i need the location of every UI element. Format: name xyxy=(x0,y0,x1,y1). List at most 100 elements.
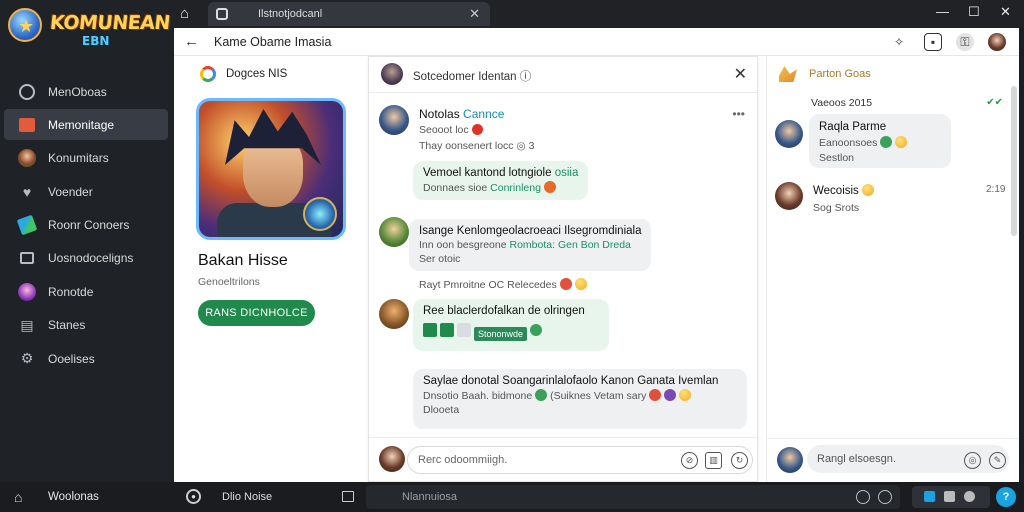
gem-icon xyxy=(303,197,337,231)
contact-name: Wecoisis xyxy=(813,185,859,197)
tab-close-icon[interactable]: ✕ xyxy=(469,6,480,22)
bubble-link[interactable]: osiia xyxy=(555,167,579,179)
browser-tabbar: ⌂ Ilstnotjodcanl ✕ — ☐ ✕ xyxy=(174,0,1024,28)
message-text: Rayt Pmroitne OC Relecedes xyxy=(419,279,557,291)
sidebar-item-1[interactable]: Memonitage xyxy=(4,109,168,141)
gear-icon: ⚙ xyxy=(20,350,34,367)
profile-name: Bakan Hisse xyxy=(198,252,288,269)
volume-icon[interactable] xyxy=(964,491,975,502)
emoji-icon[interactable] xyxy=(878,490,892,504)
app-logo[interactable]: ★ KOMUNEAN EBN xyxy=(6,6,171,54)
target-icon[interactable]: ◎ xyxy=(964,452,981,469)
conversations-panel: Parton Goas Vaeoos 2015 ✔✔ Raqla Parme E… xyxy=(766,56,1019,482)
conversations-title: Parton Goas xyxy=(809,68,871,80)
emoji-icon xyxy=(679,389,692,401)
sidebar-item-0[interactable]: MenOboas xyxy=(4,76,168,107)
chat-composer: Rerc odoommiigh. ⊘ ▥ ↻ xyxy=(369,437,757,481)
home-icon[interactable]: ⌂ xyxy=(180,5,198,23)
user-avatar[interactable] xyxy=(988,33,1006,51)
conversation-preview: Raqla Parme Eanoonsoes Sestlon xyxy=(809,114,951,168)
sidebar-item-label: Konumitars xyxy=(48,151,109,166)
info-icon: ◎ 3 xyxy=(516,140,535,152)
contact-sub: Eanoonsoes xyxy=(819,137,878,149)
avatar-icon xyxy=(18,282,36,301)
network-icon[interactable] xyxy=(924,491,935,502)
help-icon[interactable]: ? xyxy=(996,487,1016,507)
avatar-icon xyxy=(18,149,36,168)
profile-header: Dogces NIS xyxy=(200,66,287,82)
sender-tag[interactable]: Cannce xyxy=(463,107,504,121)
red-square-icon xyxy=(18,116,36,134)
sidebar-item-2[interactable]: Konumitars xyxy=(4,143,168,174)
avatar xyxy=(775,182,803,210)
tab-title: Ilstnotjodcanl xyxy=(258,8,323,20)
sidebar-item-6[interactable]: Ronotde xyxy=(4,276,168,307)
message-meta: Seooot loc xyxy=(419,124,469,136)
sidebar-item-label: Uosnodoceligns xyxy=(48,251,134,266)
message-input[interactable]: Rerc odoommiigh. xyxy=(407,446,753,474)
bubble-sub: Dnsotio Baah. bidmone xyxy=(423,390,533,402)
attach-icon[interactable]: ⊘ xyxy=(681,452,698,469)
puzzle-icon[interactable]: ✧ xyxy=(890,33,908,51)
read-check-icon: ✔✔ xyxy=(986,97,1003,108)
scrollbar[interactable] xyxy=(1011,86,1017,236)
sidebar-item-label: Voender xyxy=(48,184,93,199)
maximize-icon[interactable]: ☐ xyxy=(968,4,980,20)
emoji-icon xyxy=(559,278,572,290)
profile-header-label: Dogces NIS xyxy=(226,68,288,80)
chat-bubble-icon[interactable] xyxy=(856,490,870,504)
sidebar-item-7[interactable]: ▤ Stanes xyxy=(4,310,168,341)
bubble-sub-link[interactable]: Rombota: Gen Bon Dreda xyxy=(510,239,631,251)
google-logo-icon xyxy=(200,66,216,82)
browser-tab[interactable]: Ilstnotjodcanl ✕ xyxy=(208,2,490,26)
bubble-sub-2: Dlooeta xyxy=(423,404,460,416)
refresh-icon[interactable]: ↻ xyxy=(731,452,748,469)
window-close-icon[interactable]: ✕ xyxy=(1000,4,1011,20)
minimize-icon[interactable]: — xyxy=(936,4,949,19)
more-options-icon[interactable]: ••• xyxy=(732,107,745,121)
conversations-header: Parton Goas xyxy=(779,66,871,82)
sidebar-item-4[interactable]: Roonr Conoers xyxy=(4,210,168,241)
sidebar-item-8[interactable]: ⚙ Ooelises xyxy=(4,343,168,374)
message-bubble: Isange Kenlomgeolacroeaci Ilsegromdinial… xyxy=(409,219,652,271)
badge-pill: Stononwde xyxy=(474,327,528,341)
sidebar-item-label: Roonr Conoers xyxy=(48,218,130,233)
home-icon[interactable]: ⌂ xyxy=(14,489,22,505)
bubble-sub: Inn oon besgreone xyxy=(419,239,507,251)
sidebar-item-3[interactable]: ♥ Voender xyxy=(4,176,168,207)
sidebar-item-label: Memonitage xyxy=(48,117,115,132)
edit-icon[interactable]: ✎ xyxy=(989,452,1006,469)
taskbar-label[interactable]: Woolonas xyxy=(48,491,99,503)
badge-icon xyxy=(440,323,454,337)
sender-name: Notolas xyxy=(419,107,460,121)
panel-icon[interactable] xyxy=(342,491,354,502)
emoji-icon xyxy=(880,136,893,148)
lock-icon[interactable]: ⚿ xyxy=(956,33,974,51)
chat-icon[interactable]: ▪ xyxy=(924,33,942,51)
settings-icon[interactable] xyxy=(944,491,955,502)
bubble-title: Saylae donotal Soangarinlalofaolo Kanon … xyxy=(423,375,719,387)
profile-action-button[interactable]: RANS DICNHOLCE xyxy=(198,300,315,326)
trash-icon[interactable]: ▥ xyxy=(705,452,722,469)
back-arrow-icon[interactable]: ← xyxy=(184,33,199,50)
taskbar-search[interactable]: Nlannuiosa xyxy=(366,485,900,509)
page-header: ← Kame Obame Imasia ✧ ▪ ⚿ xyxy=(174,28,1019,56)
conversations-composer: Rangl elsoesgn. ◎ ✎ xyxy=(767,438,1019,482)
sidebar-item-5[interactable]: Uosnodoceligns xyxy=(4,243,168,274)
logo-star-icon: ★ xyxy=(8,8,42,42)
record-icon[interactable]: ● xyxy=(186,489,201,504)
avatar xyxy=(379,299,409,329)
info-icon[interactable]: ⓘ xyxy=(520,71,532,83)
chat-avatar xyxy=(381,63,403,85)
pen-icon xyxy=(16,214,38,236)
chat-header: Sotcedomer Identan ⓘ ✕ xyxy=(369,57,757,93)
close-icon[interactable]: ✕ xyxy=(734,64,747,84)
emoji-icon xyxy=(861,184,874,196)
taskbar-mode[interactable]: Dlio Noise xyxy=(222,491,272,503)
emoji-icon xyxy=(574,278,587,290)
bubble-sub-link[interactable]: Conrinleng xyxy=(490,182,541,194)
bubble-sub-tail: (Suiknes Vetam sary xyxy=(550,390,647,402)
chat-title: Sotcedomer Identan xyxy=(413,71,517,83)
emoji-icon xyxy=(649,389,662,401)
logo-subtitle: EBN xyxy=(82,34,110,48)
